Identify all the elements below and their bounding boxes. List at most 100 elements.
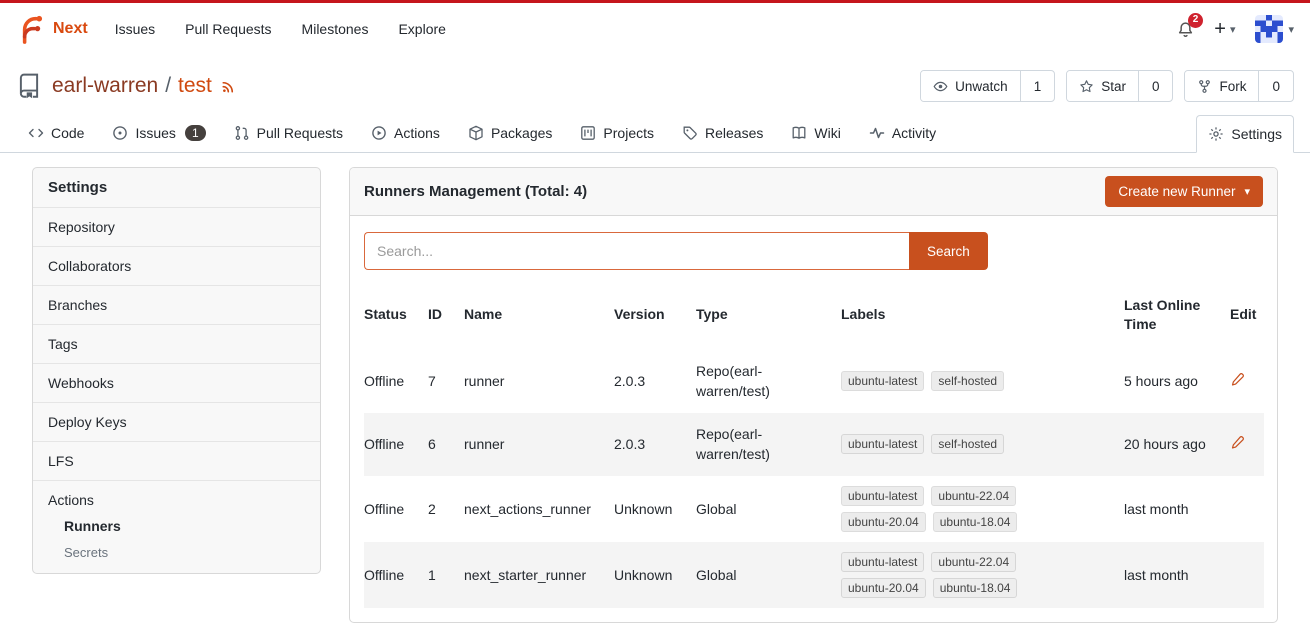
cell-version: Unknown [614,476,696,542]
sidebar-item-label: Branches [48,297,107,313]
nav-item-pull-requests[interactable]: Pull Requests [170,13,286,45]
runners-table: StatusIDNameVersionTypeLabelsLast Online… [364,290,1264,608]
repo-name-link[interactable]: test [178,74,212,98]
tab-wiki[interactable]: Wiki [779,114,852,152]
repo-owner-link[interactable]: earl-warren [52,74,158,98]
unwatch-count[interactable]: 1 [1020,71,1055,101]
tab-releases[interactable]: Releases [670,114,775,152]
tab-pull-requests[interactable]: Pull Requests [222,114,355,152]
home-link[interactable]: Next [16,14,88,44]
repo-actions: Unwatch 1 Star 0 Fork 0 [920,70,1294,102]
chevron-down-icon: ▾ [1288,23,1294,36]
nav-item-issues[interactable]: Issues [100,13,170,45]
column-header-labels: Labels [841,290,1124,350]
sidebar-item-collaborators[interactable]: Collaborators [33,246,320,285]
unwatch-button[interactable]: Unwatch [921,71,1020,101]
sidebar-item-repository[interactable]: Repository [33,207,320,246]
sidebar-item-label: Deploy Keys [48,414,127,430]
cell-type: Repo(earl-warren/test) [696,350,841,413]
tab-issues[interactable]: Issues 1 [100,114,217,152]
sidebar-subitem-secrets[interactable]: Secrets [64,545,305,560]
runner-label-chip: self-hosted [931,434,1004,454]
repo-icon [16,73,42,99]
cell-last-online: last month [1124,476,1230,542]
create-new-dropdown[interactable]: + ▾ [1214,18,1235,41]
runner-type: Global [696,565,802,585]
labels-list: ubuntu-latestubuntu-22.04ubuntu-20.04ubu… [841,486,1041,532]
runner-label-chip: ubuntu-22.04 [931,552,1016,572]
star-count[interactable]: 0 [1138,71,1173,101]
sidebar-item-deploy-keys[interactable]: Deploy Keys [33,402,320,441]
repo-action-fork: Fork 0 [1184,70,1294,102]
tab-projects[interactable]: Projects [568,114,666,152]
runner-type: Repo(earl-warren/test) [696,361,802,402]
tab-activity[interactable]: Activity [857,114,948,152]
cell-labels: ubuntu-latestself-hosted [841,350,1124,413]
table-row: Offline6runner2.0.3Repo(earl-warren/test… [364,413,1264,476]
runner-label-chip: ubuntu-latest [841,552,924,572]
fork-label: Fork [1219,79,1246,94]
column-header-edit: Edit [1230,290,1264,350]
search-button[interactable]: Search [909,232,988,270]
star-button[interactable]: Star [1067,71,1138,101]
sidebar-item-tags[interactable]: Tags [33,324,320,363]
runner-label-chip: ubuntu-20.04 [841,512,926,532]
runner-label-chip: self-hosted [931,371,1004,391]
star-label: Star [1101,79,1126,94]
edit-runner-button[interactable] [1230,372,1245,387]
fork-count[interactable]: 0 [1258,71,1293,101]
panel-body: Search StatusIDNameVersionTypeLabelsLast… [350,216,1277,622]
cell-type: Repo(earl-warren/test) [696,413,841,476]
page: Next IssuesPull RequestsMilestonesExplor… [0,0,1310,623]
edit-runner-button[interactable] [1230,435,1245,450]
runner-type: Repo(earl-warren/test) [696,424,802,465]
tab-label: Wiki [814,125,840,141]
search-input[interactable] [364,232,909,270]
tab-label: Projects [603,125,654,141]
tab-code[interactable]: Code [16,114,96,152]
cell-last-online: 20 hours ago [1124,413,1230,476]
cell-version: Unknown [614,542,696,608]
settings-sidebar: Settings Repository Collaborators Branches… [32,167,321,574]
tab-label: Issues [135,125,175,141]
cell-name: next_actions_runner [464,476,614,542]
sidebar-item-label: Repository [48,219,115,235]
repo-action-unwatch: Unwatch 1 [920,70,1055,102]
repo-title: earl-warren / test [52,74,236,98]
tab-label: Actions [394,125,440,141]
rss-feed-button[interactable] [221,79,236,94]
cell-name: runner [464,350,614,413]
unwatch-label: Unwatch [955,79,1008,94]
tab-settings[interactable]: Settings [1196,115,1294,153]
column-header-id: ID [428,290,464,350]
sidebar-header: Settings [33,168,320,207]
sidebar-item-label: Tags [48,336,78,352]
user-menu[interactable]: ▾ [1255,15,1294,43]
labels-list: ubuntu-latestself-hosted [841,371,1041,391]
rss-icon [221,79,236,94]
nav-item-milestones[interactable]: Milestones [287,13,384,45]
notifications-button[interactable]: 2 [1177,21,1194,38]
create-runner-button[interactable]: Create new Runner ▾ [1105,176,1263,207]
tab-packages[interactable]: Packages [456,114,564,152]
sidebar-item-actions[interactable]: ActionsRunnersSecrets [33,480,320,573]
brand-name: Next [53,20,88,38]
tab-count-badge: 1 [185,125,206,141]
cell-labels: ubuntu-latestubuntu-22.04ubuntu-20.04ubu… [841,476,1124,542]
table-row: Offline2next_actions_runnerUnknownGlobal… [364,476,1264,542]
fork-button[interactable]: Fork [1185,71,1258,101]
gear-icon [1208,126,1224,142]
runner-label-chip: ubuntu-22.04 [931,486,1016,506]
cell-edit [1230,476,1264,542]
runner-label-chip: ubuntu-latest [841,486,924,506]
cell-status: Offline [364,542,428,608]
sidebar-item-branches[interactable]: Branches [33,285,320,324]
pull-request-icon [234,125,250,141]
nav-item-explore[interactable]: Explore [383,13,460,45]
tab-label: Settings [1231,126,1282,142]
sidebar-subitem-runners[interactable]: Runners [64,518,305,534]
project-icon [580,125,596,141]
sidebar-item-lfs[interactable]: LFS [33,441,320,480]
tab-actions[interactable]: Actions [359,114,452,152]
sidebar-item-webhooks[interactable]: Webhooks [33,363,320,402]
